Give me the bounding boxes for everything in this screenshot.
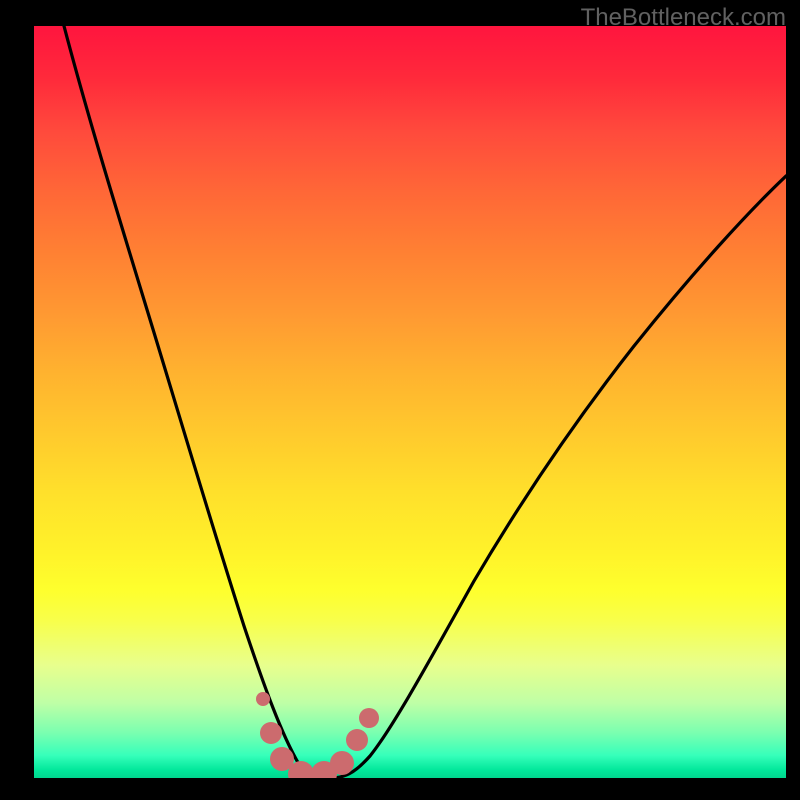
curve-layer (34, 26, 786, 778)
bottleneck-curve (64, 26, 786, 778)
marker-dot (359, 708, 379, 728)
chart-frame: TheBottleneck.com (0, 0, 800, 800)
marker-dot (346, 729, 368, 751)
plot-area (34, 26, 786, 778)
watermark-text: TheBottleneck.com (581, 4, 786, 32)
marker-dot (330, 751, 354, 775)
marker-dot (256, 692, 270, 706)
marker-dot (260, 722, 282, 744)
